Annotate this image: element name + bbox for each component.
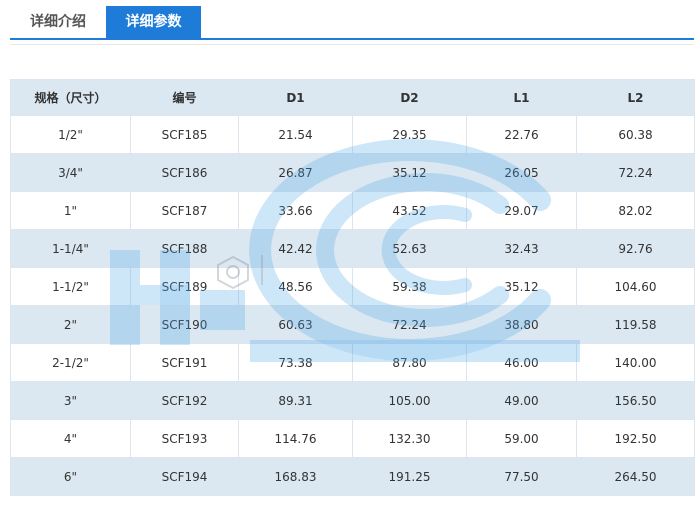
cell-l1: 26.05 [466, 153, 577, 192]
cell-size: 6" [10, 457, 131, 496]
cell-d2: 29.35 [352, 115, 467, 154]
cell-l2: 264.50 [576, 457, 695, 496]
cell-code: SCF193 [130, 419, 239, 458]
cell-d2: 87.80 [352, 343, 467, 382]
cell-size: 1/2" [10, 115, 131, 154]
cell-d1: 73.38 [238, 343, 353, 382]
table-row: 1-1/4" SCF188 42.42 52.63 32.43 92.76 [10, 229, 695, 268]
cell-size: 1-1/2" [10, 267, 131, 306]
table-row: 2-1/2" SCF191 73.38 87.80 46.00 140.00 [10, 343, 695, 382]
header-code: 编号 [130, 79, 239, 116]
cell-code: SCF187 [130, 191, 239, 230]
cell-l1: 49.00 [466, 381, 577, 420]
cell-code: SCF189 [130, 267, 239, 306]
cell-size: 1" [10, 191, 131, 230]
cell-d2: 43.52 [352, 191, 467, 230]
cell-d1: 26.87 [238, 153, 353, 192]
table-row: 1-1/2" SCF189 48.56 59.38 35.12 104.60 [10, 267, 695, 306]
cell-size: 1-1/4" [10, 229, 131, 268]
cell-code: SCF191 [130, 343, 239, 382]
cell-code: SCF194 [130, 457, 239, 496]
spec-table: 规格（尺寸） 编号 D1 D2 L1 L2 1/2" SCF185 21.54 29.… [10, 79, 695, 496]
cell-d2: 35.12 [352, 153, 467, 192]
cell-l1: 59.00 [466, 419, 577, 458]
cell-d1: 42.42 [238, 229, 353, 268]
cell-l2: 92.76 [576, 229, 695, 268]
header-size: 规格（尺寸） [10, 79, 131, 116]
tab-details-intro[interactable]: 详细介绍 [18, 6, 98, 38]
header-d2: D2 [352, 79, 467, 116]
cell-d1: 89.31 [238, 381, 353, 420]
cell-l1: 77.50 [466, 457, 577, 496]
cell-l2: 140.00 [576, 343, 695, 382]
cell-size: 2-1/2" [10, 343, 131, 382]
cell-d2: 132.30 [352, 419, 467, 458]
cell-d1: 48.56 [238, 267, 353, 306]
cell-l1: 46.00 [466, 343, 577, 382]
cell-d2: 191.25 [352, 457, 467, 496]
cell-l2: 72.24 [576, 153, 695, 192]
divider [10, 44, 694, 45]
cell-size: 4" [10, 419, 131, 458]
cell-l2: 104.60 [576, 267, 695, 306]
cell-d2: 59.38 [352, 267, 467, 306]
cell-l2: 82.02 [576, 191, 695, 230]
cell-code: SCF192 [130, 381, 239, 420]
cell-d1: 114.76 [238, 419, 353, 458]
cell-l1: 29.07 [466, 191, 577, 230]
header-d1: D1 [238, 79, 353, 116]
cell-code: SCF188 [130, 229, 239, 268]
cell-d1: 168.83 [238, 457, 353, 496]
cell-d2: 52.63 [352, 229, 467, 268]
cell-d2: 105.00 [352, 381, 467, 420]
header-l2: L2 [576, 79, 695, 116]
cell-l2: 119.58 [576, 305, 695, 344]
cell-l1: 32.43 [466, 229, 577, 268]
cell-code: SCF190 [130, 305, 239, 344]
table-row: 1" SCF187 33.66 43.52 29.07 82.02 [10, 191, 695, 230]
cell-d2: 72.24 [352, 305, 467, 344]
cell-d1: 33.66 [238, 191, 353, 230]
table-row: 6" SCF194 168.83 191.25 77.50 264.50 [10, 457, 695, 496]
cell-l1: 38.80 [466, 305, 577, 344]
cell-d1: 21.54 [238, 115, 353, 154]
table-row: 4" SCF193 114.76 132.30 59.00 192.50 [10, 419, 695, 458]
table-header-row: 规格（尺寸） 编号 D1 D2 L1 L2 [10, 79, 695, 116]
cell-code: SCF185 [130, 115, 239, 154]
table-body: 1/2" SCF185 21.54 29.35 22.76 60.38 3/4" SCF186… [10, 115, 695, 496]
cell-code: SCF186 [130, 153, 239, 192]
cell-d1: 60.63 [238, 305, 353, 344]
cell-l2: 192.50 [576, 419, 695, 458]
cell-l1: 35.12 [466, 267, 577, 306]
table-row: 1/2" SCF185 21.54 29.35 22.76 60.38 [10, 115, 695, 154]
cell-l2: 156.50 [576, 381, 695, 420]
table-row: 3" SCF192 89.31 105.00 49.00 156.50 [10, 381, 695, 420]
cell-size: 3" [10, 381, 131, 420]
tab-details-params[interactable]: 详细参数 [106, 6, 201, 38]
table-row: 2" SCF190 60.63 72.24 38.80 119.58 [10, 305, 695, 344]
cell-size: 2" [10, 305, 131, 344]
cell-l1: 22.76 [466, 115, 577, 154]
header-l1: L1 [466, 79, 577, 116]
tab-bar: 详细介绍 详细参数 [10, 6, 694, 40]
cell-size: 3/4" [10, 153, 131, 192]
table-row: 3/4" SCF186 26.87 35.12 26.05 72.24 [10, 153, 695, 192]
cell-l2: 60.38 [576, 115, 695, 154]
